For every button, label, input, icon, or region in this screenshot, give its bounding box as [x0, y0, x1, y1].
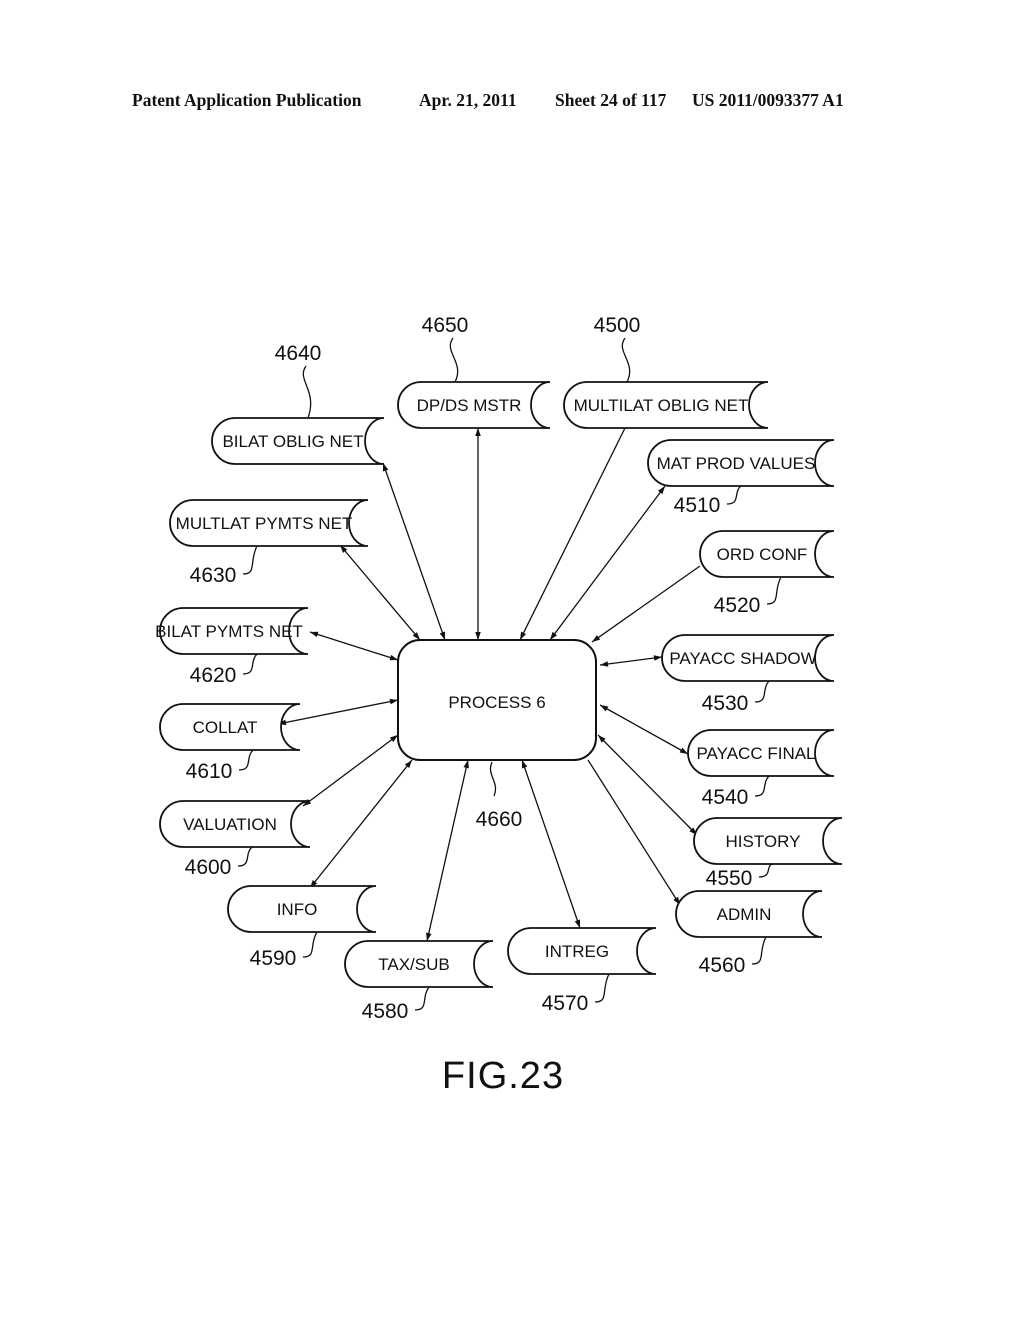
process-label: PROCESS 6: [448, 693, 545, 712]
flow-arrow-bilat-pymts-net: [309, 631, 399, 661]
flow-arrow-payacc-shadow: [599, 655, 663, 667]
reference-leader: [758, 863, 774, 878]
reference-numeral: 4530: [702, 692, 749, 715]
flow-arrow-payacc-final: [599, 704, 689, 755]
data-store-bilat-pymts-net: BILAT PYMTS NET 4620: [155, 607, 309, 687]
data-store-label: COLLAT: [193, 718, 258, 737]
data-store-label: PAYACC FINAL: [696, 744, 815, 763]
data-store-label: MULTILAT OBLIG NET: [574, 396, 749, 415]
data-store-label: ADMIN: [717, 905, 772, 924]
flow-arrow-multlat-pymts-net: [339, 544, 421, 641]
data-store-label: MAT PROD VALUES: [657, 454, 816, 473]
data-store-label: BILAT PYMTS NET: [155, 622, 303, 641]
data-store-label: BILAT OBLIG NET: [222, 432, 363, 451]
reference-numeral: 4610: [186, 760, 233, 783]
data-store-label: DP/DS MSTR: [417, 396, 522, 415]
reference-numeral: 4580: [362, 1000, 409, 1023]
data-store-admin: ADMIN 4560: [675, 890, 823, 977]
reference-leader: [302, 931, 318, 958]
flow-arrow-intreg: [521, 759, 581, 929]
data-store-tax-sub: TAX/SUB 4580: [344, 940, 494, 1023]
reference-leader: [754, 680, 770, 703]
reference-numeral: 4510: [674, 494, 721, 517]
data-store-dp-ds-mstr: DP/DS MSTR 4650: [397, 314, 551, 429]
reference-leader: [238, 749, 254, 771]
flow-arrow-admin: [587, 759, 681, 906]
process-ref: 4660: [476, 808, 523, 831]
reference-leader: [594, 973, 610, 1003]
reference-leader: [414, 986, 430, 1011]
data-store-multlat-pymts-net: MULTLAT PYMTS NET 4630: [169, 499, 369, 587]
data-store-history: HISTORY 4550: [693, 817, 843, 890]
reference-leader: [726, 485, 742, 505]
data-store-payacc-shadow: PAYACC SHADOW 4530: [661, 634, 835, 715]
reference-numeral: 4500: [594, 314, 641, 337]
data-store-label: VALUATION: [183, 815, 277, 834]
reference-numeral: 4630: [190, 564, 237, 587]
data-store-bilat-oblig-net: BILAT OBLIG NET 4640: [211, 342, 385, 465]
reference-numeral: 4600: [185, 856, 232, 879]
reference-numeral: 4590: [250, 947, 297, 970]
reference-numeral: 4570: [542, 992, 589, 1015]
data-store-multilat-oblig-net: MULTILAT OBLIG NET 4500: [563, 314, 769, 429]
reference-leader: [237, 846, 253, 867]
reference-leader: [449, 337, 459, 383]
flow-arrow-multilat-oblig-net: [519, 427, 626, 641]
reference-leader: [766, 576, 782, 605]
data-store-valuation: VALUATION 4600: [159, 800, 311, 879]
reference-leader: [751, 936, 767, 965]
data-store-intreg: INTREG 4570: [507, 927, 657, 1015]
data-store-collat: COLLAT 4610: [159, 703, 301, 783]
reference-numeral: 4550: [706, 867, 753, 890]
reference-leader: [242, 653, 258, 675]
flow-arrow-ord-conf: [591, 565, 701, 643]
flow-arrow-bilat-oblig-net: [382, 462, 446, 641]
data-store-payacc-final: PAYACC FINAL 4540: [687, 729, 835, 809]
data-store-label: TAX/SUB: [378, 955, 449, 974]
reference-leader: [302, 365, 312, 419]
reference-numeral: 4540: [702, 786, 749, 809]
data-store-label: INTREG: [545, 942, 609, 961]
data-flow-diagram: BILAT OBLIG NET 4640 DP/DS MSTR 4650 MULTILA…: [155, 314, 843, 1097]
data-store-label: INFO: [277, 900, 318, 919]
data-store-label: MULTLAT PYMTS NET: [176, 514, 353, 533]
reference-numeral: 4640: [275, 342, 322, 365]
data-store-label: HISTORY: [726, 832, 801, 851]
data-store-ord-conf: ORD CONF 4520: [699, 530, 835, 617]
data-store-mat-prod-values: MAT PROD VALUES 4510: [647, 439, 835, 517]
reference-leader: [621, 337, 631, 383]
data-store-label: PAYACC SHADOW: [669, 649, 816, 668]
reference-leader: [242, 545, 258, 575]
reference-numeral: 4520: [714, 594, 761, 617]
flow-arrow-info: [309, 759, 413, 889]
reference-numeral: 4650: [422, 314, 469, 337]
data-store-label: ORD CONF: [717, 545, 808, 564]
flow-arrow-tax-sub: [426, 759, 469, 942]
reference-leader: [754, 775, 770, 797]
reference-numeral: 4560: [699, 954, 746, 977]
reference-numeral: 4620: [190, 664, 237, 687]
process-ref-leader: [489, 761, 497, 797]
flow-arrow-mat-prod-values: [549, 485, 666, 641]
figure-label: FIG.23: [442, 1055, 564, 1097]
